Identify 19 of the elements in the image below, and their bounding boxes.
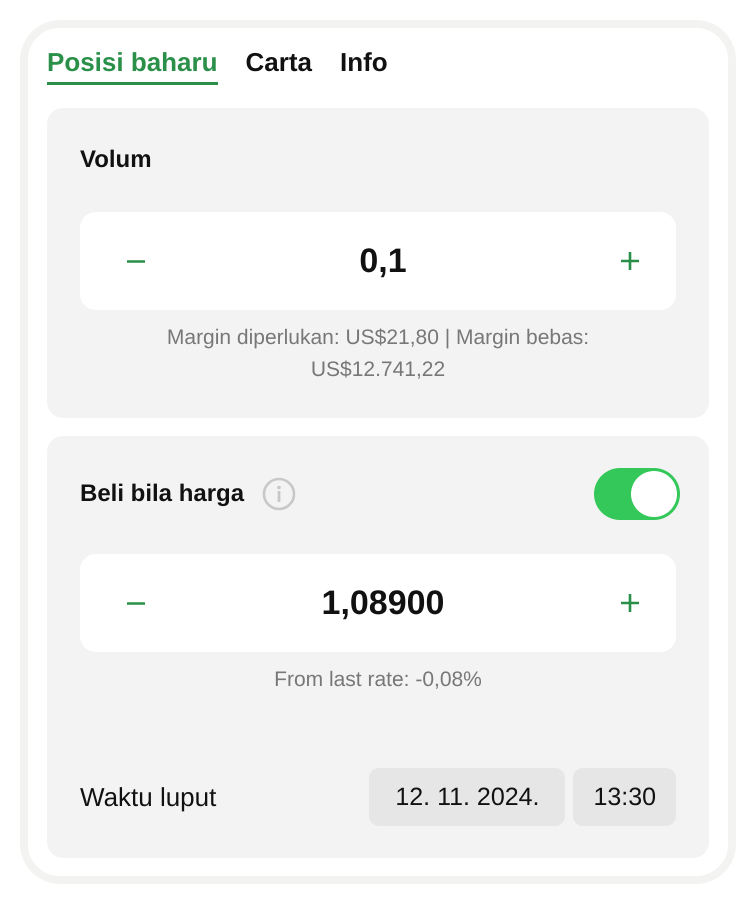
toggle-switch[interactable]: [594, 468, 680, 520]
minus-icon: [126, 260, 146, 262]
plus-icon: [620, 593, 640, 613]
section-title: Volum: [80, 145, 153, 175]
stepper-value: 1,08900: [322, 584, 444, 622]
rate-note: From last rate: -0,08%: [273, 667, 483, 693]
stepper-field[interactable]: 1,08900: [80, 554, 676, 652]
minus-icon: [126, 602, 146, 604]
tab[interactable]: Posisi baharu: [47, 38, 218, 85]
section-title: Beli bila harga: [80, 480, 244, 508]
date-field[interactable]: 12. 11. 2024.: [369, 768, 566, 826]
margin-note: Margin diperlukan: US$21,80 | Margin bebas: US$12.741,22: [166, 325, 590, 383]
tab[interactable]: Info: [340, 38, 388, 85]
stepper-value: 0,1: [359, 242, 407, 280]
stepper-field[interactable]: 0,1: [80, 212, 676, 310]
tab[interactable]: Carta: [246, 38, 312, 85]
expiry-label: Waktu luput: [80, 782, 216, 812]
plus-icon: [620, 251, 640, 271]
time-field[interactable]: 13:30: [573, 768, 676, 826]
